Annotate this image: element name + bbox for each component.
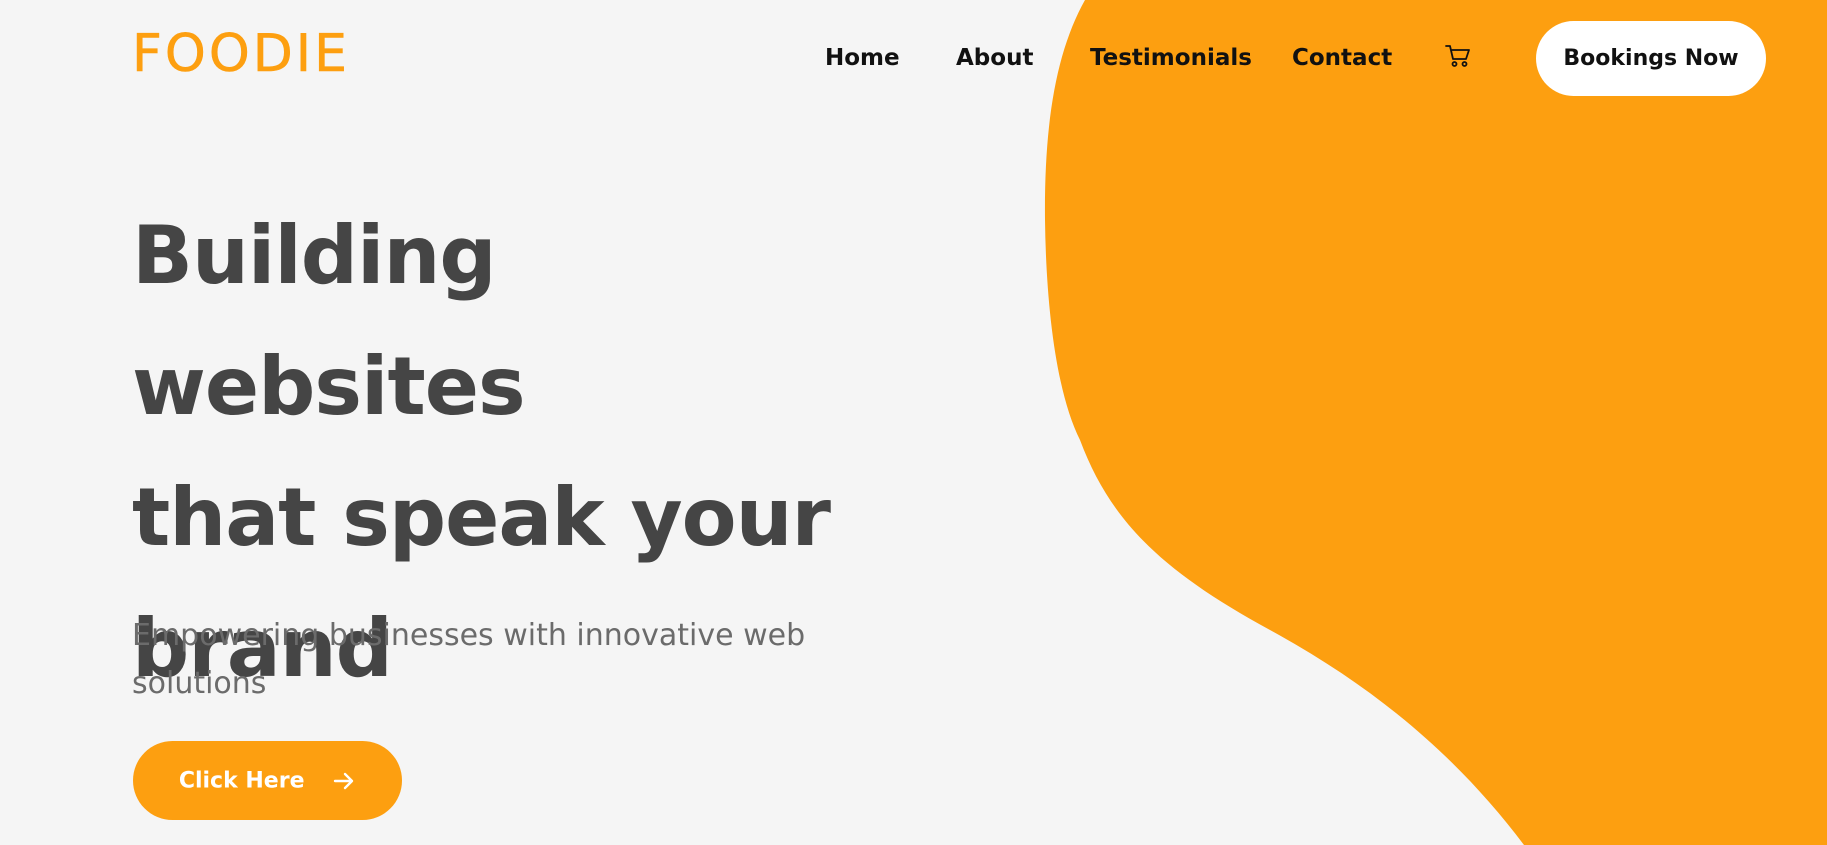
nav-link-about[interactable]: About — [956, 44, 1033, 72]
arrow-right-icon — [333, 772, 354, 789]
main-nav: Home About Testimonials Contact Bookings… — [0, 0, 1827, 116]
click-here-button[interactable]: Click Here — [133, 741, 402, 820]
hero-title-line-1: Building websites — [132, 209, 526, 433]
hero-subtitle: Empowering businesses with innovative we… — [132, 618, 806, 701]
nav-link-testimonials[interactable]: Testimonials — [1090, 44, 1252, 72]
hero-title-line-2: that speak your — [132, 471, 831, 564]
shopping-cart-icon[interactable] — [1444, 42, 1472, 70]
nav-link-contact[interactable]: Contact — [1292, 44, 1392, 72]
nav-link-home[interactable]: Home — [825, 44, 900, 72]
bookings-now-button[interactable]: Bookings Now — [1536, 21, 1766, 96]
click-here-label: Click Here — [178, 768, 305, 794]
